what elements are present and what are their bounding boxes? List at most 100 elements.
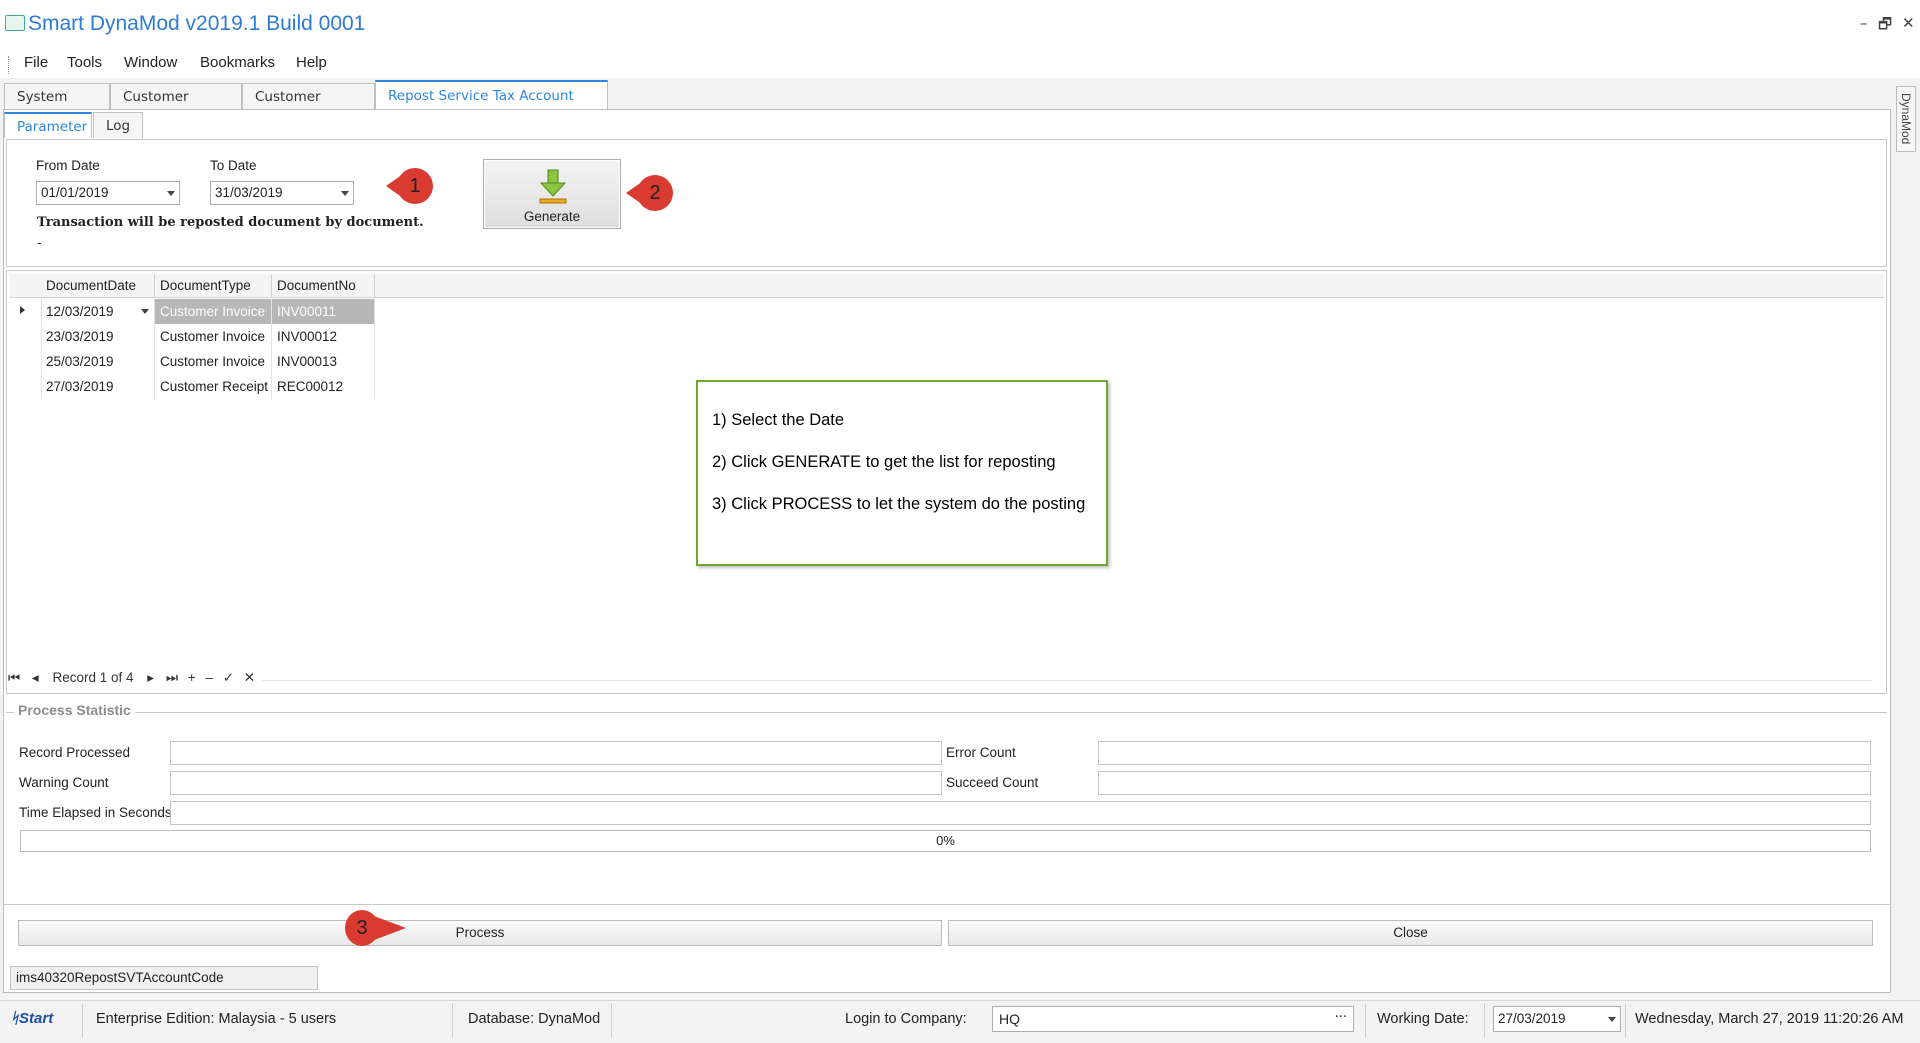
from-date-label: From Date — [36, 158, 100, 173]
side-tab-dynamod[interactable]: DynaMod — [1896, 86, 1916, 152]
menu-help[interactable]: Help — [296, 54, 327, 71]
cancel-record-icon[interactable]: ✕ — [244, 670, 255, 685]
chevron-down-icon[interactable] — [167, 191, 175, 196]
grid-header-document-no[interactable]: DocumentNo — [272, 274, 375, 298]
last-record-icon[interactable]: ⏭ — [166, 670, 178, 685]
horizontal-scrollbar[interactable] — [262, 680, 1872, 681]
grid-cell-type[interactable]: Customer Invoice — [155, 299, 272, 324]
download-arrow-icon — [539, 169, 567, 204]
chevron-down-icon[interactable] — [141, 309, 149, 314]
status-dash: - — [37, 235, 42, 250]
generate-button[interactable]: Generate — [483, 159, 621, 229]
start-button[interactable]: ᛋStart — [10, 1010, 53, 1027]
tab-system-menu[interactable]: System Menu — [4, 83, 110, 131]
grid-cell-date[interactable]: 27/03/2019 — [41, 374, 155, 399]
grid-cell-type[interactable]: Customer Receipt — [155, 374, 272, 399]
to-date-value: 31/03/2019 — [215, 185, 283, 200]
menu-bookmarks[interactable]: Bookmarks — [200, 54, 275, 71]
working-date-label: Working Date: — [1377, 1011, 1469, 1027]
company-field[interactable]: HQ ··· — [992, 1006, 1354, 1032]
warning-count-field — [170, 771, 942, 795]
app-icon — [5, 15, 25, 31]
grid-cell-date[interactable]: 23/03/2019 — [41, 324, 155, 349]
grid-cell-date[interactable]: 12/03/2019 — [41, 299, 155, 324]
start-label: Start — [19, 1010, 54, 1027]
error-count-field — [1098, 741, 1871, 765]
record-processed-field — [170, 741, 942, 765]
grid-header-document-type[interactable]: DocumentType — [155, 274, 272, 298]
time-elapsed-field — [170, 801, 1871, 825]
record-processed-label: Record Processed — [19, 745, 131, 760]
tab-customer-receipt[interactable]: Customer Receipt — [242, 83, 375, 131]
tab-log[interactable]: Log — [93, 112, 143, 138]
menu-bar — [0, 50, 1920, 78]
callout-1: 1 — [386, 166, 434, 206]
grid-cell-type[interactable]: Customer Invoice — [155, 349, 272, 374]
close-button[interactable]: Close — [948, 920, 1873, 946]
instruction-step-1: 1) Select the Date — [712, 411, 845, 429]
progress-text: 0% — [936, 833, 955, 848]
time-elapsed-label: Time Elapsed in Seconds — [19, 805, 172, 820]
form-name-field: ims40320RepostSVTAccountCode — [10, 966, 318, 990]
close-window-button[interactable]: ✕ — [1902, 14, 1915, 32]
chevron-down-icon[interactable] — [341, 191, 349, 196]
table-row[interactable]: 25/03/2019 Customer Invoice INV00013 — [41, 349, 375, 374]
to-date-label: To Date — [210, 158, 257, 173]
grid-cell-date[interactable]: 25/03/2019 — [41, 349, 155, 374]
divider — [1625, 1004, 1626, 1038]
login-company-label: Login to Company: — [845, 1011, 967, 1027]
grid-cell-no[interactable]: INV00012 — [272, 324, 375, 349]
table-row[interactable]: 12/03/2019 Customer Invoice INV00011 — [41, 299, 375, 324]
tab-repost-service-tax[interactable]: Repost Service Tax Account Code — [375, 80, 608, 132]
error-count-label: Error Count — [946, 745, 1016, 760]
to-date-field[interactable]: 31/03/2019 — [210, 181, 354, 205]
menu-tools[interactable]: Tools — [67, 54, 102, 71]
save-record-icon[interactable]: ✓ — [223, 670, 234, 685]
edition-text: Enterprise Edition: Malaysia - 5 users — [96, 1011, 337, 1027]
menu-file[interactable]: File — [24, 54, 48, 71]
table-row[interactable]: 27/03/2019 Customer Receipt REC00012 — [41, 374, 375, 399]
grid-cell-no[interactable]: INV00011 — [272, 299, 375, 324]
ellipsis-button[interactable]: ··· — [1335, 1010, 1347, 1025]
database-text: Database: DynaMod — [468, 1011, 601, 1027]
tab-customer-invoice[interactable]: Customer Invoice — [110, 83, 242, 131]
grid-cell-no[interactable]: REC00012 — [272, 374, 375, 399]
grid-header-document-date[interactable]: DocumentDate — [41, 274, 155, 298]
divider — [4, 904, 1890, 905]
divider — [611, 1004, 612, 1038]
datetime-text: Wednesday, March 27, 2019 11:20:26 AM — [1635, 1011, 1904, 1027]
from-date-value: 01/01/2019 — [41, 185, 109, 200]
from-date-field[interactable]: 01/01/2019 — [36, 181, 180, 205]
succeed-count-label: Succeed Count — [946, 775, 1039, 790]
add-record-icon[interactable]: + — [188, 670, 196, 685]
grid-cell-no[interactable]: INV00013 — [272, 349, 375, 374]
prev-record-icon[interactable]: ◂ — [32, 670, 39, 685]
first-record-icon[interactable]: ⏮ — [8, 670, 20, 685]
restore-button[interactable]: 🗗 — [1878, 14, 1892, 39]
table-row[interactable]: 23/03/2019 Customer Invoice INV00012 — [41, 324, 375, 349]
grid-cell-type[interactable]: Customer Invoice — [155, 324, 272, 349]
callout-2: 2 — [626, 173, 674, 213]
callout-number: 2 — [649, 182, 661, 204]
next-record-icon[interactable]: ▸ — [147, 670, 154, 685]
company-value: HQ — [999, 1011, 1020, 1027]
instruction-note: 1) Select the Date 2) Click GENERATE to … — [696, 380, 1108, 566]
tab-parameter[interactable]: Parameter — [4, 112, 92, 138]
app-title: Smart DynaMod v2019.1 Build 0001 — [28, 12, 366, 35]
callout-number: 1 — [409, 175, 421, 197]
instruction-step-3: 3) Click PROCESS to let the system do th… — [712, 495, 1086, 513]
start-logo-icon: ᛋ — [10, 1010, 20, 1027]
side-tab-label: DynaMod — [1899, 93, 1913, 145]
process-button[interactable]: Process — [18, 920, 942, 946]
chevron-down-icon[interactable] — [1608, 1017, 1616, 1022]
minimize-button[interactable]: – — [1860, 14, 1868, 32]
callout-3: 3 — [344, 908, 406, 948]
working-date-value: 27/03/2019 — [1498, 1011, 1566, 1026]
callout-number: 3 — [356, 917, 368, 939]
divider — [1484, 1004, 1485, 1038]
menu-window[interactable]: Window — [124, 54, 177, 71]
divider — [452, 1004, 453, 1038]
delete-record-icon[interactable]: – — [205, 670, 213, 685]
menu-grip-icon — [8, 56, 12, 74]
working-date-field[interactable]: 27/03/2019 — [1493, 1006, 1621, 1032]
